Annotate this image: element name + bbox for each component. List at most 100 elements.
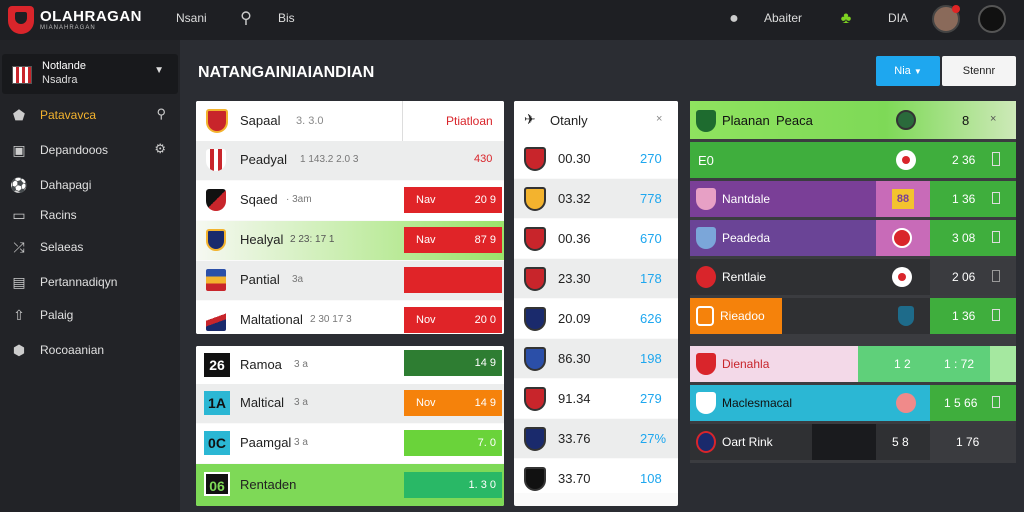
row-meta: 3a [292, 274, 304, 285]
plane-icon: ✈ [524, 111, 536, 127]
row-value-1: 1 2 [894, 357, 911, 371]
close-icon[interactable]: × [656, 113, 662, 125]
monitor-icon: ▭ [12, 207, 26, 223]
user-icon[interactable]: ⚲ [156, 106, 166, 122]
row-meta: 1 143.2 2.0 3 [300, 154, 359, 165]
header-right-label: Ptiatloan [446, 114, 493, 128]
close-icon[interactable]: × [990, 113, 996, 125]
scroll-handle-icon[interactable] [992, 231, 1000, 243]
sidebar-item-6[interactable]: ▤ Pertannadiqyn [8, 271, 176, 295]
team-crest-icon [524, 307, 546, 331]
scroll-handle-icon[interactable] [992, 152, 1000, 166]
badge-icon: ⬢ [12, 342, 26, 358]
badge-label: Nov [416, 314, 436, 326]
sidebar-item-1[interactable]: ⬟ Patavavca ⚲ [8, 104, 176, 128]
secondary-button[interactable]: Stennr [942, 56, 1016, 86]
top-nav-link-1[interactable]: Nsani [176, 11, 207, 25]
profile-avatar[interactable] [978, 5, 1006, 33]
notification-dot [952, 5, 960, 13]
team-badge-icon [898, 306, 914, 326]
sidebar-item-2[interactable]: ▣ Depandooos ⚙ [8, 139, 176, 163]
table-row[interactable]: Rentlaie 2 06 [690, 259, 1016, 295]
result-row[interactable]: 91.34 279 [514, 379, 678, 418]
panel-header[interactable]: Plaanan Peaca 8 × [690, 101, 1016, 139]
scroll-handle-icon[interactable] [992, 270, 1000, 282]
table-row[interactable]: 1A Maltical 3 a Nov 14 9 [196, 384, 504, 423]
team-badge-icon [892, 228, 912, 248]
result-row[interactable]: 23.30 178 [514, 259, 678, 298]
result-time: 86.30 [558, 351, 591, 366]
language-label[interactable]: DIA [888, 11, 908, 25]
sidebar-item-label: Racins [40, 208, 77, 222]
result-row[interactable]: 00.36 670 [514, 219, 678, 258]
sidebar-item-8[interactable]: ⬢ Rocoaanian [8, 339, 176, 363]
team-score: 3. 3.0 [296, 115, 324, 127]
table-row[interactable]: E0 2 36 [690, 142, 1016, 178]
scroll-cell[interactable] [990, 346, 1016, 382]
notification-icon[interactable]: ● [724, 9, 744, 29]
user-label[interactable]: Abaiter [764, 11, 802, 25]
top-nav-link-2[interactable]: Bis [278, 11, 295, 25]
table-row[interactable]: 0C Paamgal 3 a 7. 0 [196, 424, 504, 463]
result-value: 670 [640, 231, 662, 246]
table-row[interactable]: Oart Rink 5 8 1 76 [690, 424, 1016, 460]
team-crest-icon [524, 467, 546, 491]
result-row[interactable]: 00.30 270 [514, 139, 678, 178]
sidebar-item-7[interactable]: ⇧ Palaig [8, 304, 176, 328]
value-cell: 1 5 66 [930, 385, 1016, 421]
result-row[interactable]: 86.30 198 [514, 339, 678, 378]
team-name: Rentaden [240, 477, 297, 492]
sidebar-item-4[interactable]: ▭ Racins [8, 204, 176, 228]
filter-dropdown-button[interactable]: Nia ▼ [876, 56, 940, 86]
team-name: Rentlaie [722, 270, 767, 284]
result-value: 778 [640, 191, 662, 206]
table-row[interactable]: Nantdale 88 1 36 [690, 181, 1016, 217]
table-row[interactable]: Peadeda 3 08 [690, 220, 1016, 256]
result-row[interactable]: 20.09 626 [514, 299, 678, 338]
table-row[interactable]: Dienahla 1 2 1 : 72 [690, 346, 1016, 382]
result-time: 03.32 [558, 191, 591, 206]
team-name: Nantdale [722, 192, 771, 206]
team-name: Notlande [42, 60, 87, 72]
sidebar-item-label: Rocoaanian [40, 343, 105, 357]
team-crest-icon [696, 353, 716, 375]
sidebar-item-label: Pertannadiqyn [40, 275, 118, 289]
status-badge: Nav 20 9 [404, 187, 502, 213]
sidebar-item-3[interactable]: ⚽ Dahapagi [8, 174, 176, 198]
clover-icon[interactable]: ♣ [836, 9, 856, 29]
team-name: Oart Rink [722, 435, 773, 449]
team-selector[interactable]: Notlande Nsadra ▼ [2, 54, 178, 94]
table-row[interactable]: Maclesmacal 1 5 66 [690, 385, 1016, 421]
sidebar-item-label: Dahapagi [40, 178, 92, 192]
sidebar-item-label: Palaig [40, 308, 74, 322]
gear-icon[interactable]: ⚙ [154, 141, 166, 157]
status-badge: Nov 14 9 [404, 390, 502, 416]
sidebar-item-label: Selaeas [40, 240, 84, 254]
fixtures-card: 26 Ramoa 3 a 14 9 1A Maltical 3 a Nov 14… [196, 346, 504, 506]
search-icon[interactable]: ⚲ [236, 9, 256, 29]
scroll-handle-icon[interactable] [992, 192, 1000, 204]
team-name: Paamgal [240, 435, 292, 450]
sidebar-item-5[interactable]: ⤮ Selaeas [8, 236, 176, 260]
badge-value: 20 0 [474, 314, 496, 326]
result-row[interactable]: 03.32 778 [514, 179, 678, 218]
table-row[interactable]: Healyal 2 23: 17 1 Nav 87 9 [196, 221, 504, 260]
table-row[interactable]: Peadyal 1 143.2 2.0 3 430 [196, 141, 504, 180]
table-row[interactable]: Pantial 3a [196, 261, 504, 300]
result-row[interactable]: 33.70 108 [514, 459, 678, 493]
scroll-handle-icon[interactable] [992, 396, 1000, 408]
table-row[interactable]: 06 Rentaden 1. 3 0 [196, 464, 504, 506]
scroll-handle-icon[interactable] [992, 309, 1000, 321]
table-row[interactable]: Rieadoo 1 36 [690, 298, 1016, 334]
table-row[interactable]: Sqaed · 3am Nav 20 9 [196, 181, 504, 220]
table-row[interactable]: Maltational 2 30 17 3 Nov 20 0 [196, 301, 504, 334]
result-row[interactable]: 33.76 27% [514, 419, 678, 458]
team-name: Maltical [240, 395, 285, 410]
app-title: OLAHRAGAN [40, 8, 142, 25]
card-header: ✈ Otanly × [514, 101, 678, 139]
badge-cell [876, 259, 930, 295]
table-row[interactable]: 26 Ramoa 3 a 14 9 [196, 346, 504, 384]
value-cell: 1 76 [930, 424, 1016, 460]
badge-value: 7. 0 [477, 437, 496, 449]
result-time: 33.70 [558, 471, 591, 486]
